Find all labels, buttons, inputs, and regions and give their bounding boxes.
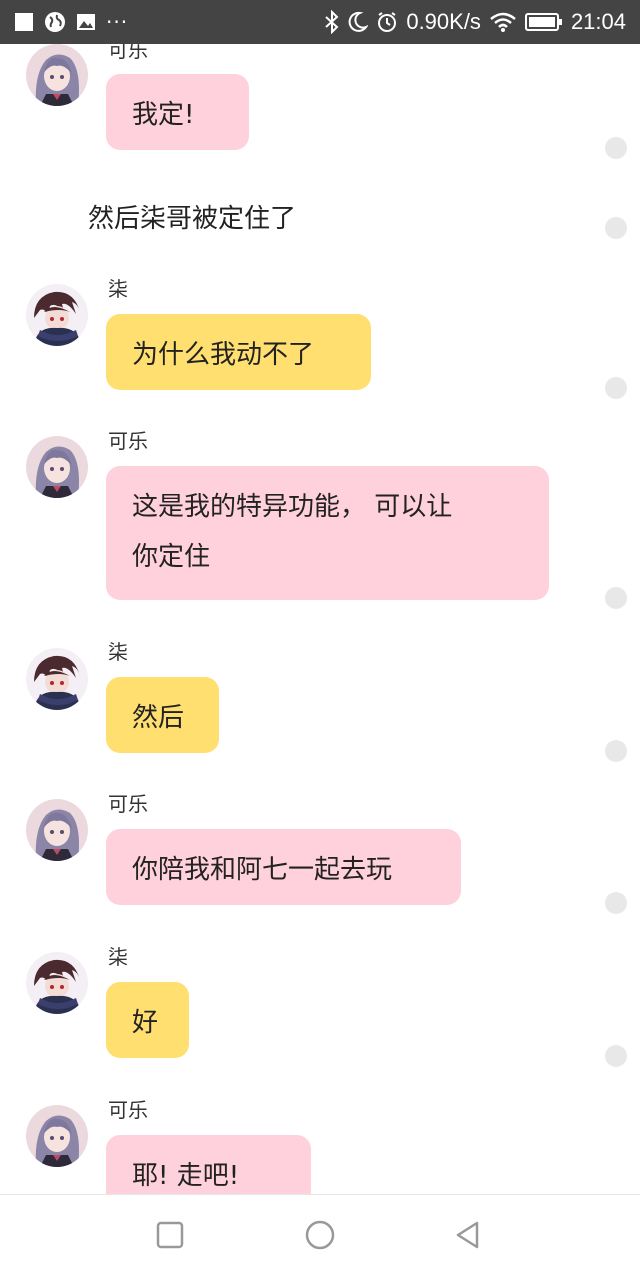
network-speed: 0.90K/s [406,9,481,34]
read-status-dot [605,740,627,762]
read-status-dot [605,137,627,159]
image-icon [76,12,96,32]
back-button[interactable] [446,1215,490,1259]
sender-name: 可乐 [108,792,148,816]
sender-name: 柒 [108,640,128,664]
read-status-dot [605,587,627,609]
sender-name: 可乐 [108,429,148,453]
message-bubble[interactable]: 你陪我和阿七一起去玩 [106,829,461,905]
read-status-dot [605,217,627,239]
sender-name: 柒 [108,945,128,969]
sender-name: 可乐 [108,44,148,62]
battery-icon [524,12,563,32]
read-status-dot [605,892,627,914]
avatar-kele[interactable] [26,436,88,498]
globe-icon [44,11,66,33]
navigation-bar [0,1194,640,1280]
message-bubble[interactable]: 我定! [106,74,249,150]
read-status-dot [605,1045,627,1067]
back-icon [453,1220,483,1254]
home-icon [304,1219,336,1255]
status-bar-right: 0.90K/s 21:04 [324,0,626,44]
recent-apps-button[interactable] [148,1215,192,1259]
chat-screen: ··· 0.90K/s 21:04 可乐 我定! 然后柒哥被定住了 柒 为什么我… [0,0,640,1280]
avatar-qi[interactable] [26,648,88,710]
avatar-qi[interactable] [26,284,88,346]
narration-text: 然后柒哥被定住了 [88,204,297,234]
square-icon [14,12,34,32]
sender-name: 可乐 [108,1098,148,1122]
more-dots-icon: ··· [106,10,129,34]
alarm-icon [376,11,398,33]
sender-name: 柒 [108,277,128,301]
chat-message-list[interactable]: 可乐 我定! 然后柒哥被定住了 柒 为什么我动不了 可乐 这是我的特异功能， 可… [0,44,640,1194]
avatar-kele[interactable] [26,44,88,106]
read-status-dot [605,377,627,399]
message-bubble[interactable]: 为什么我动不了 [106,314,371,390]
wifi-icon [489,11,517,33]
avatar-kele[interactable] [26,799,88,861]
status-bar: ··· 0.90K/s 21:04 [0,0,640,44]
moon-icon [348,11,369,33]
avatar-qi[interactable] [26,952,88,1014]
avatar-kele[interactable] [26,1105,88,1167]
home-button[interactable] [298,1215,342,1259]
status-bar-left: ··· [14,0,128,44]
message-bubble[interactable]: 耶! 走吧! [106,1135,311,1194]
message-bubble[interactable]: 然后 [106,677,219,753]
bluetooth-icon [324,10,340,34]
message-bubble[interactable]: 好 [106,982,189,1058]
message-bubble[interactable]: 这是我的特异功能， 可以让 你定住 [106,466,549,600]
clock-time: 21:04 [570,9,626,34]
recent-apps-icon [155,1220,185,1254]
